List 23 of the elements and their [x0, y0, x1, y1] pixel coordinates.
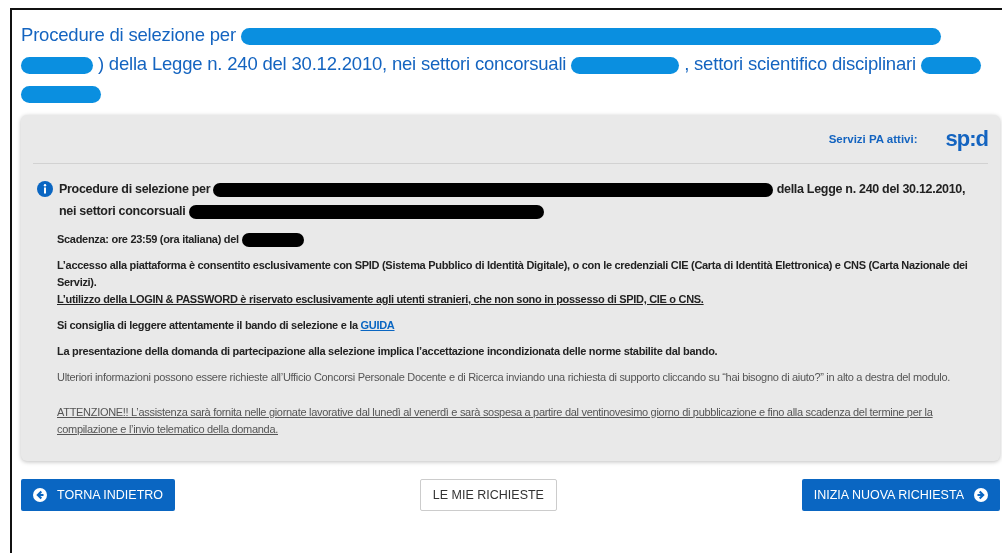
paragraph-text: Ulteriori informazioni possono essere richieste all’Ufficio Concorsi Personale Docente e di Ricerca inviando una richiesta di supporto cliccando su “hai bisogno di aiuto?” in alto a destra del modulo. — [57, 371, 951, 383]
paragraph-text: ATTENZIONE!! L’assistenza sarà fornita nelle giornate lavorative dal lunedì al venerdì e sarà sospesa a partire dal ventinovesimo giorno di pubblicazione e fino alla scadenza del termine per la compilazione e l’invio telematico della domanda. — [57, 406, 933, 435]
services-label: Servizi PA attivi: — [828, 133, 918, 145]
redaction-mark — [21, 56, 93, 74]
paragraph-text: Scadenza: ore 23:59 (ora italiana) del — [57, 233, 239, 245]
paragraph-text: L’utilizzo della LOGIN & PASSWORD è riservato esclusivamente agli utenti stranieri, che non sono in possesso di SPID, CIE o CNS. — [57, 293, 704, 305]
page-title: Procedure di selezione per ) della Legge n. 240 del 30.12.2010, nei settori concorsuali , settori scientifico disciplinari — [21, 20, 1002, 107]
paragraph-text: Si consiglia di leggere attentamente il bando di selezione e la — [57, 319, 358, 331]
paragraph-text: La presentazione della domanda di partecipazione alla selezione implica l’accettazione incondizionata delle norme stabilite dal bando. — [57, 345, 718, 357]
my-requests-button[interactable]: LE MIE RICHIESTE — [419, 479, 557, 511]
info-icon — [37, 181, 53, 197]
paragraph-text: Procedure di selezione per — [59, 182, 211, 196]
paragraph-text: nei settori concorsuali — [59, 204, 186, 218]
arrow-left-icon — [33, 488, 47, 502]
paragraph-text: L’accesso alla piattaforma è consentito esclusivamente con SPID (Sistema Pubblico di Identità Digitale), o con le credenziali CIE (Carta di Identità Elettronica) e CNS (Carta Nazionale dei Servizi). — [57, 259, 968, 288]
back-button[interactable]: TORNA INDIETRO — [21, 479, 176, 511]
paragraph-text: della Legge n. 240 del 30.12.2010, — [776, 182, 966, 196]
spid-logo: sp:d — [945, 126, 988, 152]
arrow-right-icon — [974, 488, 988, 502]
redaction-mark — [920, 56, 981, 74]
new-request-button[interactable]: INIZIA NUOVA RICHIESTA — [801, 479, 1000, 511]
redaction-mark — [241, 233, 304, 248]
guide-link[interactable]: GUIDA — [360, 319, 395, 331]
